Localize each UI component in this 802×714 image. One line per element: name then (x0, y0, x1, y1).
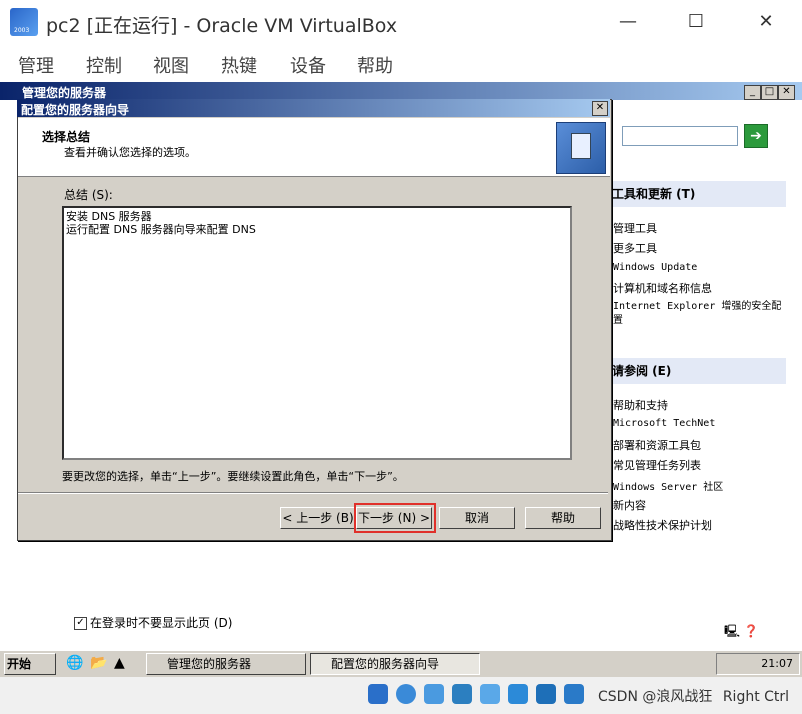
wizard-hint-text: 要更改您的选择，单击“上一步”。要继续设置此角色，单击“下一步”。 (62, 470, 404, 483)
manager-close-button[interactable]: ✕ (778, 85, 795, 100)
summary-textbox[interactable] (62, 206, 572, 460)
dont-show-checkbox[interactable]: ✓ (74, 617, 87, 630)
go-arrow-icon[interactable]: ➔ (744, 124, 768, 148)
manager-minimize-button[interactable]: _ (744, 85, 761, 100)
host-key-label: Right Ctrl (722, 689, 790, 705)
quicklaunch-ie-icon[interactable]: 🌐 (66, 655, 83, 671)
next-button-highlight (354, 503, 436, 533)
link-security-plan[interactable]: 战略性技术保护计划 (613, 517, 783, 533)
search-input[interactable] (622, 126, 738, 146)
menu-manage[interactable]: 管理 (18, 52, 54, 78)
optical-drive-icon[interactable] (396, 684, 416, 704)
close-button[interactable]: ✕ (746, 8, 786, 36)
virtualbox-icon: 2003 (10, 8, 38, 36)
usb-icon[interactable] (480, 684, 500, 704)
link-computer-domain[interactable]: 计算机和域名称信息 (613, 280, 783, 296)
watermark-text: CSDN @浪风战狂 (598, 689, 713, 705)
menu-view[interactable]: 视图 (153, 52, 189, 78)
host-window-title: pc2 [正在运行] - Oracle VM VirtualBox (46, 15, 398, 37)
menu-help[interactable]: 帮助 (357, 52, 393, 78)
host-titlebar: 2003 pc2 [正在运行] - Oracle VM VirtualBox —… (0, 0, 802, 44)
recording-icon[interactable] (564, 684, 584, 704)
wizard-header-title: 选择总结 (42, 130, 91, 144)
network-icon[interactable] (452, 684, 472, 704)
wizard-title: 配置您的服务器向导 (21, 103, 130, 117)
section-tools-heading: 工具和更新 (T) (610, 181, 786, 207)
summary-label: 总结 (S): (64, 188, 113, 202)
audio-icon[interactable] (424, 684, 444, 704)
quicklaunch-desktop-icon[interactable]: ▲ (114, 655, 125, 671)
back-button[interactable]: < 上一步 (B) (280, 507, 356, 529)
icon-year-label: 2003 (14, 27, 30, 34)
link-common-tasks[interactable]: 常见管理任务列表 (613, 457, 783, 473)
wizard-header-subtitle: 查看并确认您选择的选项。 (64, 146, 196, 159)
host-status-text: CSDN @浪风战狂 Right Ctrl (598, 686, 789, 706)
shared-folder-icon[interactable] (508, 684, 528, 704)
menu-hotkeys[interactable]: 热键 (221, 52, 257, 78)
link-technet[interactable]: Microsoft TechNet (613, 418, 783, 429)
minimize-button[interactable]: — (608, 8, 648, 36)
help-question-icon[interactable]: 🖳 ❓ (724, 622, 759, 643)
taskbar-manager-item[interactable]: 管理您的服务器 (146, 653, 306, 675)
link-admin-tools[interactable]: 管理工具 (613, 220, 783, 236)
link-resource-kit[interactable]: 部署和资源工具包 (613, 437, 783, 453)
menu-control[interactable]: 控制 (86, 52, 122, 78)
summary-line: 运行配置 DNS 服务器向导来配置 DNS (66, 223, 256, 236)
link-ie-esc[interactable]: Internet Explorer 增强的安全配置 (613, 300, 783, 328)
host-menubar: 管理 控制 视图 热键 设备 帮助 (0, 44, 802, 82)
cancel-button[interactable]: 取消 (439, 507, 515, 529)
quicklaunch-explorer-icon[interactable]: 📂 (90, 655, 107, 671)
wizard-divider (18, 492, 608, 494)
section-see-also-heading: 请参阅 (E) (610, 358, 786, 384)
taskbar-wizard-item[interactable]: 配置您的服务器向导 (310, 653, 480, 675)
maximize-button[interactable]: ☐ (676, 8, 716, 36)
link-help-support[interactable]: 帮助和支持 (613, 397, 783, 413)
link-windows-update[interactable]: Windows Update (613, 262, 783, 273)
help-button[interactable]: 帮助 (525, 507, 601, 529)
link-community[interactable]: Windows Server 社区 (613, 478, 783, 493)
wizard-titlebar: 配置您的服务器向导 (17, 99, 610, 117)
link-whats-new[interactable]: 新内容 (613, 497, 783, 513)
dont-show-label: 在登录时不要显示此页 (D) (90, 616, 233, 630)
display-icon[interactable] (536, 684, 556, 704)
manager-titlebar: 管理您的服务器 (0, 82, 802, 100)
hdd-icon[interactable] (368, 684, 388, 704)
system-tray: 21:07 (716, 653, 800, 675)
start-button[interactable]: 开始 (4, 653, 56, 675)
manager-maximize-button[interactable]: □ (761, 85, 778, 100)
menu-devices[interactable]: 设备 (290, 52, 326, 78)
link-more-tools[interactable]: 更多工具 (613, 240, 783, 256)
wizard-checklist-icon (556, 122, 606, 174)
clock: 21:07 (761, 657, 793, 670)
wizard-close-button[interactable]: ✕ (592, 101, 608, 116)
